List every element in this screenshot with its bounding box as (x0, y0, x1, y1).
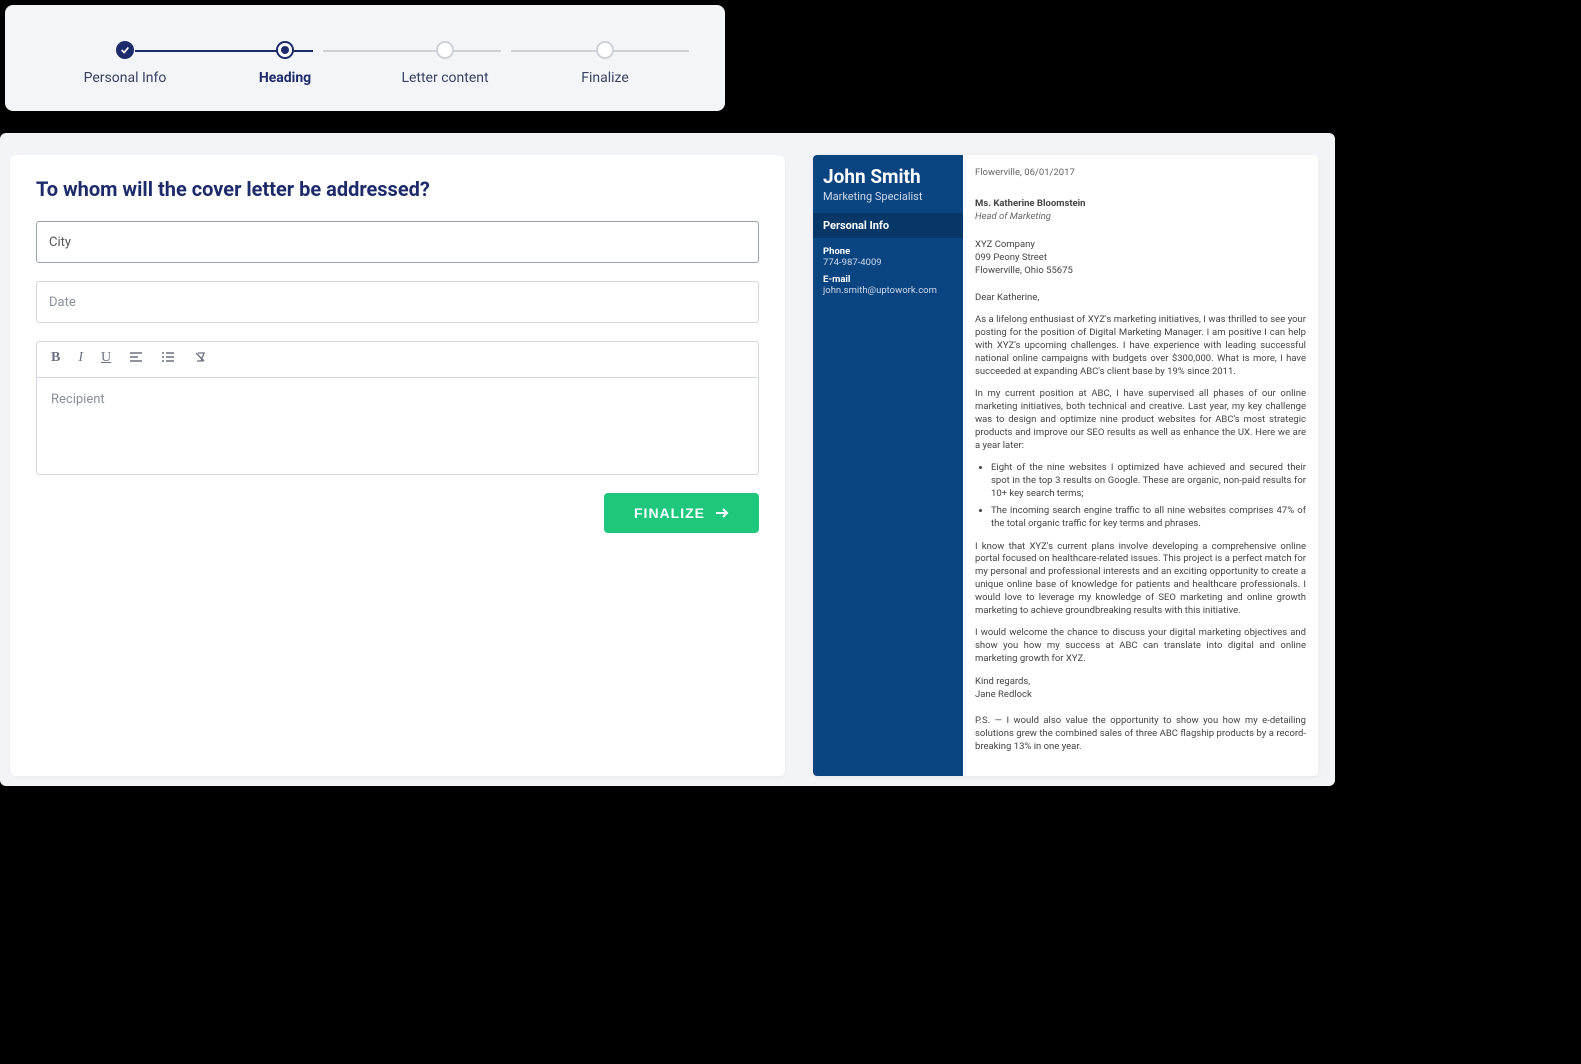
step-label: Heading (259, 69, 311, 87)
email-label: E-mail (823, 274, 953, 285)
paragraph: As a lifelong enthusiast of XYZ's market… (975, 314, 1306, 378)
italic-button[interactable]: I (78, 350, 83, 369)
align-button[interactable] (129, 350, 143, 369)
list-button[interactable] (161, 350, 175, 369)
personal-info-header: Personal Info (813, 213, 963, 238)
salutation: Dear Katherine, (975, 292, 1306, 305)
preview-date-line: Flowerville, 06/01/2017 (975, 167, 1306, 180)
step-label: Personal Info (84, 69, 167, 87)
preview-body: Flowerville, 06/01/2017 Ms. Katherine Bl… (963, 155, 1318, 776)
recipient-address: XYZ Company 099 Peony Street Flowerville… (975, 238, 1306, 278)
finalize-button[interactable]: FINALIZE (604, 493, 759, 533)
step-letter-content[interactable]: Letter content (385, 41, 505, 87)
preview-sidebar: John Smith Marketing Specialist Personal… (813, 155, 963, 776)
list-item: The incoming search engine traffic to al… (991, 505, 1306, 531)
underline-button[interactable]: U (101, 350, 111, 369)
preview-name: John Smith (813, 155, 963, 190)
check-icon (116, 41, 134, 59)
address-line: Flowerville, Ohio 55675 (975, 264, 1306, 277)
heading-form-card: To whom will the cover letter be address… (10, 155, 785, 776)
step-label: Letter content (401, 69, 488, 87)
email-value: john.smith@uptowork.com (823, 285, 953, 296)
clear-format-button[interactable] (193, 350, 207, 369)
postscript: P.S. — I would also value the opportunit… (975, 715, 1306, 753)
phone-label: Phone (823, 246, 953, 257)
paragraph: I would welcome the chance to discuss yo… (975, 627, 1306, 665)
step-circle-icon (436, 41, 454, 59)
recipient-textarea[interactable]: Recipient (37, 378, 758, 474)
step-personal-info[interactable]: Personal Info (65, 41, 185, 87)
paragraph: I know that XYZ's current plans involve … (975, 541, 1306, 618)
closing: Kind regards, (975, 676, 1306, 689)
date-input[interactable]: Date (36, 281, 759, 323)
preview-title: Marketing Specialist (813, 190, 963, 213)
bullet-list: Eight of the nine websites I optimized h… (991, 462, 1306, 530)
signature: Jane Redlock (975, 689, 1306, 702)
arrow-right-icon (715, 507, 729, 519)
step-finalize[interactable]: Finalize (545, 41, 665, 87)
address-line: 099 Peony Street (975, 251, 1306, 264)
company: XYZ Company (975, 238, 1306, 251)
main-content: To whom will the cover letter be address… (0, 133, 1335, 786)
cover-letter-preview: John Smith Marketing Specialist Personal… (813, 155, 1318, 776)
stepper-card: Personal Info Heading Letter content Fin… (5, 5, 725, 111)
editor-placeholder: Recipient (51, 392, 105, 407)
recipient-title: Head of Marketing (975, 211, 1306, 224)
form-title: To whom will the cover letter be address… (36, 177, 759, 201)
phone-value: 774-987-4009 (823, 257, 953, 268)
progress-stepper: Personal Info Heading Letter content Fin… (65, 41, 665, 87)
editor-toolbar: B I U (37, 342, 758, 378)
input-placeholder: Date (49, 295, 76, 310)
step-heading[interactable]: Heading (225, 41, 345, 87)
recipient-editor: B I U Recipient (36, 341, 759, 475)
step-circle-icon (596, 41, 614, 59)
recipient-name: Ms. Katherine Bloomstein (975, 198, 1306, 211)
paragraph: In my current position at ABC, I have su… (975, 388, 1306, 452)
city-input[interactable]: City (36, 221, 759, 263)
contact-block: Phone 774-987-4009 E-mail john.smith@upt… (813, 238, 963, 304)
step-label: Finalize (581, 69, 629, 87)
input-placeholder: City (49, 235, 71, 250)
list-item: Eight of the nine websites I optimized h… (991, 462, 1306, 500)
step-dot-icon (276, 41, 294, 59)
bold-button[interactable]: B (51, 350, 60, 369)
button-label: FINALIZE (634, 505, 705, 521)
